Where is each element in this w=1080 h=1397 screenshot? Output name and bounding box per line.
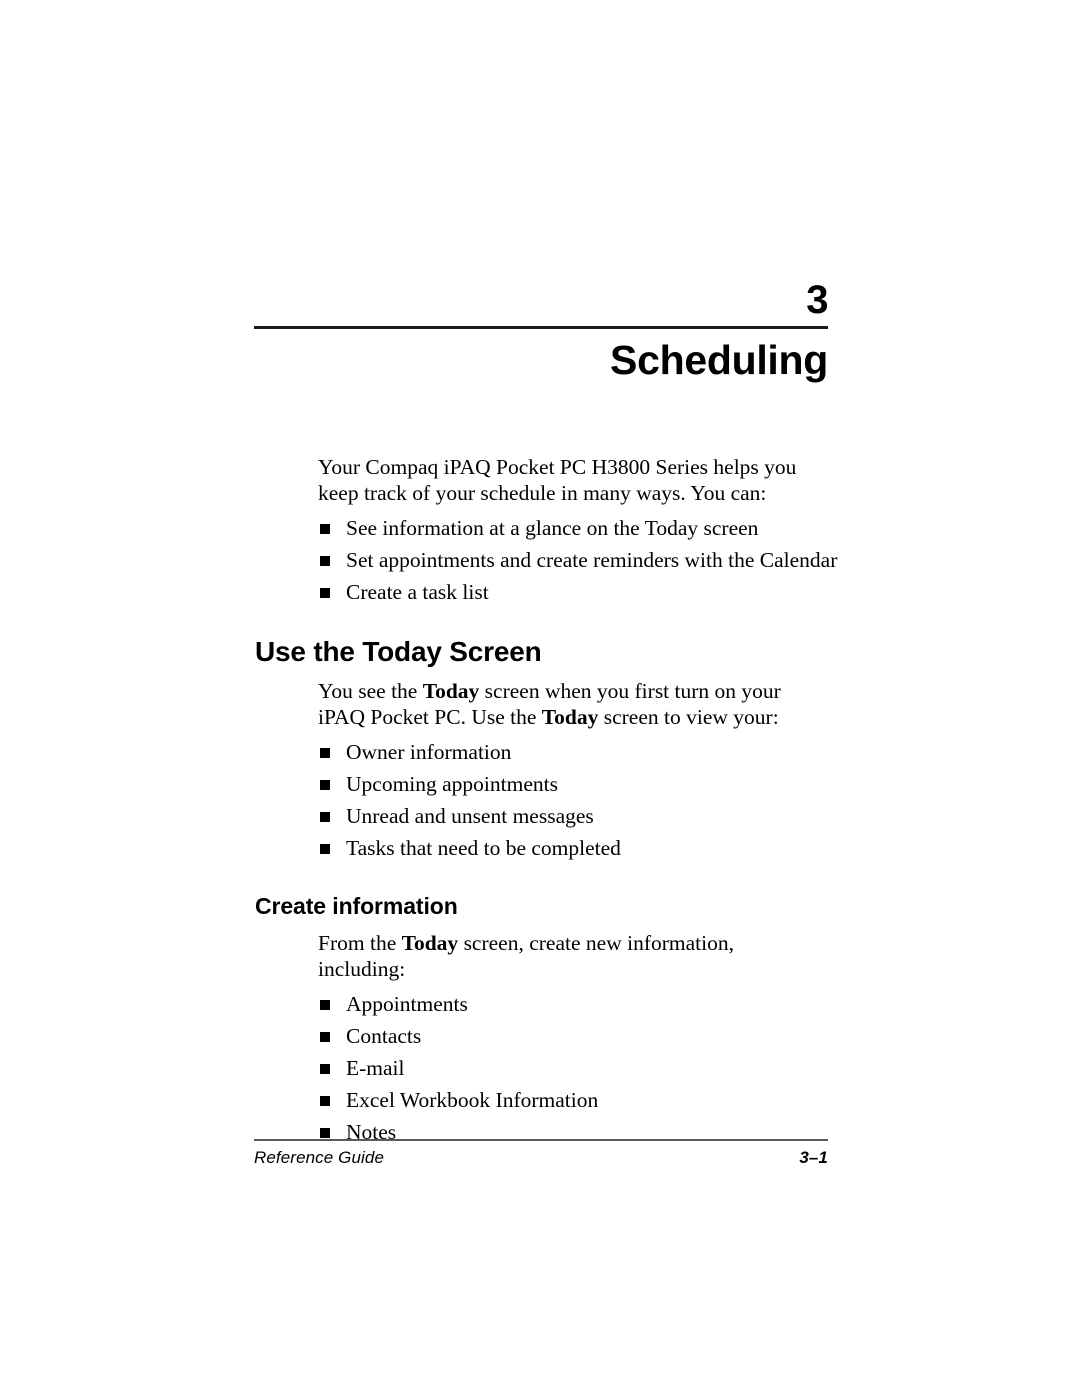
square-bullet-icon	[320, 1128, 330, 1138]
list-item-label: See information at a glance on the Today…	[346, 516, 759, 540]
chapter-header: 3 Scheduling	[254, 278, 829, 385]
today-paragraph-part3: screen to view your:	[598, 704, 779, 729]
chapter-title: Scheduling	[610, 337, 828, 383]
list-item: Tasks that need to be completed	[0, 832, 1080, 864]
square-bullet-icon	[320, 1064, 330, 1074]
list-item: E-mail	[0, 1052, 1080, 1084]
list-item-label: Tasks that need to be completed	[346, 836, 621, 860]
square-bullet-icon	[320, 1032, 330, 1042]
create-paragraph-bold1: Today	[401, 931, 459, 955]
create-bullet-list: Appointments Contacts E-mail Excel Workb…	[0, 988, 1080, 1148]
list-item-label: Upcoming appointments	[346, 772, 558, 796]
list-item: See information at a glance on the Today…	[0, 512, 1080, 544]
square-bullet-icon	[320, 780, 330, 790]
list-item-label: Excel Workbook Information	[346, 1088, 599, 1112]
footer-row: Reference Guide 3–1	[254, 1148, 828, 1168]
list-item: Upcoming appointments	[0, 768, 1080, 800]
list-item: Owner information	[0, 736, 1080, 768]
list-item-label: Create a task list	[346, 580, 489, 604]
square-bullet-icon	[320, 1000, 330, 1010]
create-paragraph: From the Today screen, create new inform…	[0, 931, 798, 982]
list-item: Excel Workbook Information	[0, 1084, 1080, 1116]
chapter-number: 3	[806, 278, 828, 322]
create-paragraph-part1: From the	[318, 931, 402, 955]
page-content: Your Compaq iPAQ Pocket PC H3800 Series …	[0, 455, 1080, 1148]
square-bullet-icon	[320, 844, 330, 854]
section-heading-use-today-screen: Use the Today Screen	[255, 636, 542, 667]
today-paragraph-bold2: Today	[541, 704, 599, 729]
document-page: 3 Scheduling Your Compaq iPAQ Pocket PC …	[0, 0, 1080, 1397]
list-item-label: E-mail	[346, 1056, 405, 1080]
today-paragraph-part1: You see the	[318, 679, 423, 703]
square-bullet-icon	[320, 556, 330, 566]
list-item: Create a task list	[0, 576, 1080, 608]
intro-paragraph: Your Compaq iPAQ Pocket PC H3800 Series …	[318, 455, 797, 505]
square-bullet-icon	[320, 748, 330, 758]
intro-bullet-list: See information at a glance on the Today…	[0, 512, 1080, 608]
footer-divider-rule	[254, 1139, 828, 1141]
today-bullet-list: Owner information Upcoming appointments …	[0, 736, 1080, 864]
page-footer: Reference Guide 3–1	[254, 1139, 828, 1168]
list-item: Appointments	[0, 988, 1080, 1020]
square-bullet-icon	[320, 588, 330, 598]
square-bullet-icon	[320, 812, 330, 822]
section-heading-create-information: Create information	[255, 893, 458, 919]
today-paragraph-bold1: Today	[422, 679, 480, 703]
square-bullet-icon	[320, 1096, 330, 1106]
list-item-label: Contacts	[346, 1024, 422, 1048]
footer-document-title: Reference Guide	[254, 1148, 385, 1167]
list-item-label: Unread and unsent messages	[346, 804, 594, 828]
list-item: Unread and unsent messages	[0, 800, 1080, 832]
square-bullet-icon	[320, 524, 330, 534]
footer-page-number: 3–1	[799, 1148, 828, 1167]
list-item-label: Appointments	[346, 992, 468, 1016]
today-paragraph: You see the Today screen when you first …	[0, 679, 798, 730]
list-item-label: Set appointments and create reminders wi…	[346, 548, 838, 572]
list-item: Set appointments and create reminders wi…	[0, 544, 1080, 576]
chapter-divider-rule	[254, 326, 828, 329]
list-item-label: Owner information	[346, 740, 512, 764]
list-item: Contacts	[0, 1020, 1080, 1052]
